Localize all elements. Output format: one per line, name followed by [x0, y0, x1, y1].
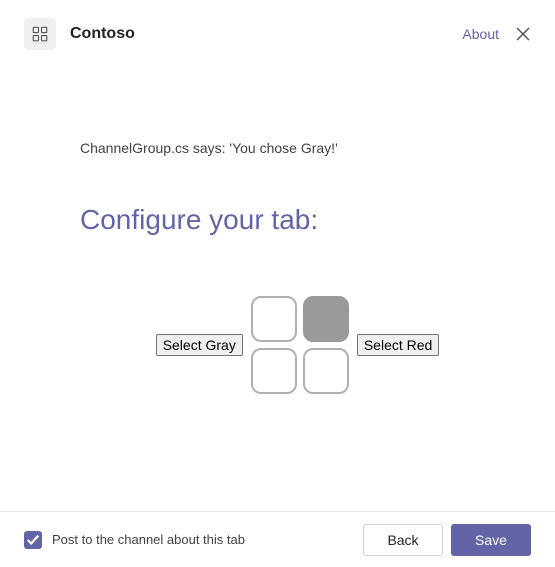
tile-bottom-right [303, 348, 349, 394]
back-button[interactable]: Back [363, 524, 443, 556]
footer-buttons: Back Save [363, 524, 531, 556]
dialog-content: ChannelGroup.cs says: 'You chose Gray!' … [0, 140, 555, 394]
tile-top-right [303, 296, 349, 342]
post-checkbox-wrap[interactable]: Post to the channel about this tab [24, 531, 245, 549]
tile-bottom-left [251, 348, 297, 394]
check-icon [26, 533, 40, 547]
select-gray-button[interactable]: Select Gray [156, 334, 243, 356]
dialog-footer: Post to the channel about this tab Back … [0, 511, 555, 567]
close-button[interactable] [515, 26, 531, 42]
app-icon [24, 18, 56, 50]
save-button[interactable]: Save [451, 524, 531, 556]
tile-grid [251, 296, 349, 394]
app-title: Contoso [70, 25, 135, 43]
select-red-button[interactable]: Select Red [357, 334, 439, 356]
about-link[interactable]: About [462, 26, 499, 42]
header-actions: About [462, 26, 531, 42]
post-checkbox[interactable] [24, 531, 42, 549]
close-icon [515, 26, 531, 42]
dialog-header: Contoso About [0, 0, 555, 50]
status-text: ChannelGroup.cs says: 'You chose Gray!' [80, 140, 515, 156]
tile-top-left [251, 296, 297, 342]
config-heading: Configure your tab: [80, 204, 515, 236]
post-checkbox-label: Post to the channel about this tab [52, 532, 245, 547]
tile-selector: Select Gray Select Red [80, 296, 515, 394]
